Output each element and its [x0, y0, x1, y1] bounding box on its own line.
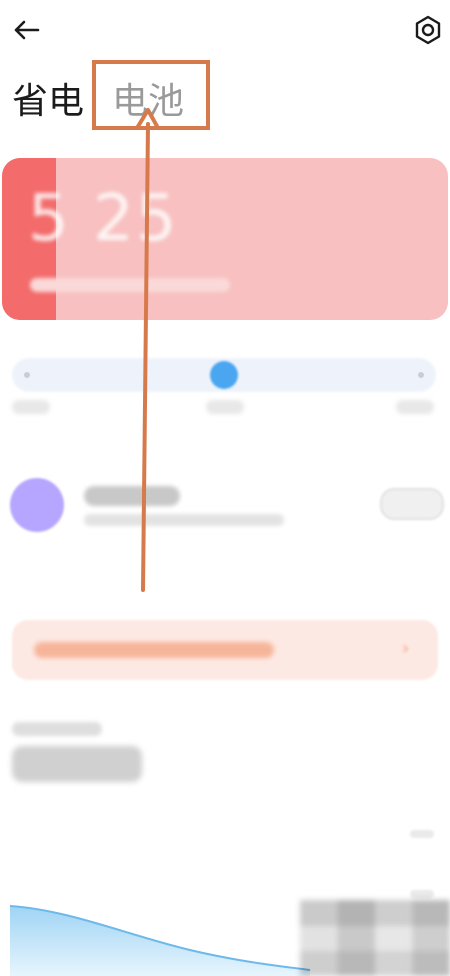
slider-stop: [24, 372, 30, 378]
blurred-usage-time: [12, 746, 142, 782]
slider-knob[interactable]: [210, 361, 238, 389]
chevron-right-icon: ›: [402, 638, 410, 659]
ultra-saving-toggle[interactable]: [380, 488, 444, 520]
blurred-row-title: [84, 486, 180, 506]
top-bar: [0, 0, 450, 60]
blurred-mode-label: [206, 400, 244, 414]
slider-stop: [418, 372, 424, 378]
blurred-remaining-time: 5 25: [28, 182, 179, 256]
blurred-mode-label: [12, 400, 50, 414]
blurred-battery-subtext: [30, 278, 230, 292]
ultra-power-saving-row[interactable]: [10, 470, 444, 540]
blurred-usage-label: [12, 722, 102, 736]
watermark-mosaic: [300, 900, 450, 976]
gear-icon[interactable]: [410, 12, 446, 48]
back-arrow-icon[interactable]: [8, 12, 44, 48]
battery-status-card[interactable]: 5 25: [2, 158, 448, 320]
annotation-highlight-box: [92, 60, 210, 130]
usage-area: [10, 906, 310, 976]
issue-banner[interactable]: ›: [12, 620, 438, 680]
tab-power-saving[interactable]: 省电: [12, 72, 84, 124]
ultra-saving-icon: [10, 478, 64, 532]
power-mode-slider[interactable]: [12, 358, 436, 392]
power-mode-labels: [12, 400, 436, 422]
blurred-mode-label: [396, 400, 434, 414]
blurred-banner-text: [34, 642, 274, 658]
blurred-row-subtitle: [84, 514, 284, 526]
